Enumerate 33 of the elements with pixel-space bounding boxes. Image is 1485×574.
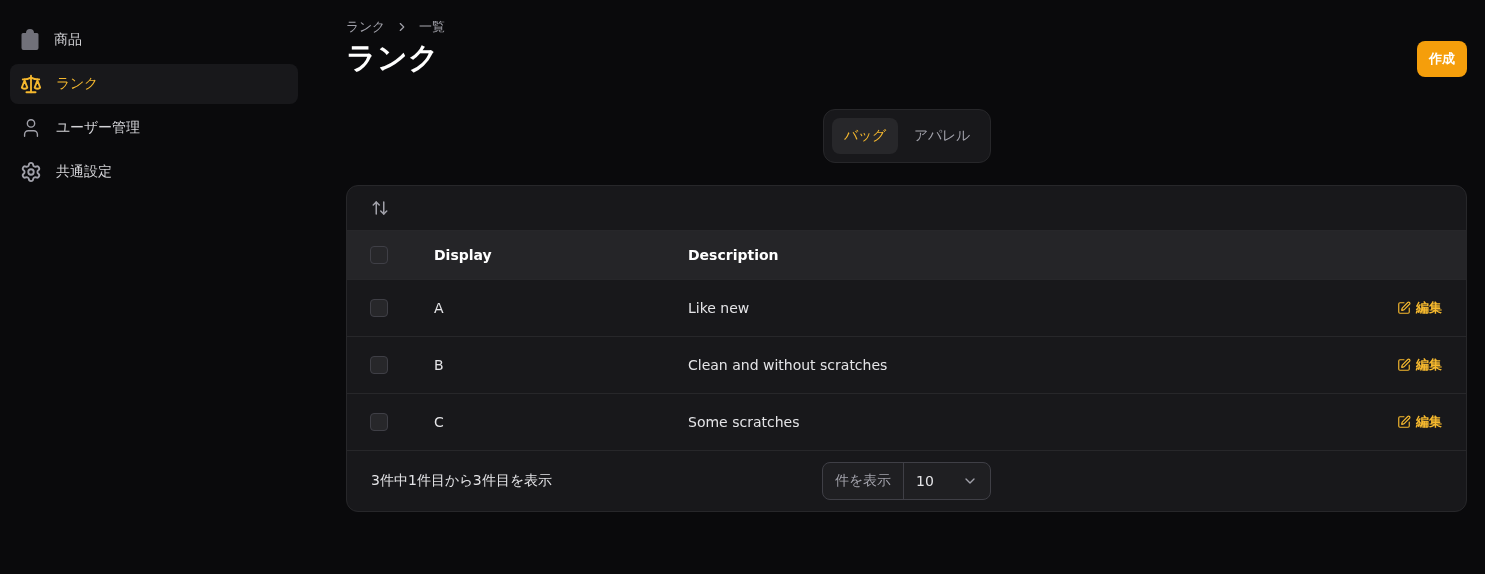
- tab[interactable]: バッグ: [831, 118, 898, 154]
- edit-icon: [1397, 358, 1411, 372]
- sidebar-item[interactable]: ユーザー管理: [10, 108, 298, 148]
- page-title: ランク: [346, 39, 439, 77]
- table-cell-text: Like new: [688, 300, 751, 316]
- pagination-summary: 3件中1件目から3件目を表示: [371, 472, 553, 490]
- edit-link[interactable]: 編集: [1397, 356, 1442, 374]
- edit-link[interactable]: 編集: [1397, 413, 1442, 431]
- edit-icon: [1397, 415, 1411, 429]
- sidebar-item[interactable]: 共通設定: [10, 152, 298, 192]
- per-page-select[interactable]: 件を表示 10: [822, 462, 991, 500]
- sort-icon[interactable]: [371, 199, 389, 217]
- edit-icon: [1397, 301, 1411, 315]
- checkbox[interactable]: [370, 246, 388, 264]
- column-header: Display: [434, 247, 493, 263]
- table-cell-text: Clean and without scratches: [688, 357, 889, 373]
- column-header: Description: [688, 247, 780, 263]
- breadcrumb-item: 一覧: [419, 18, 445, 36]
- scale-icon: [20, 73, 42, 95]
- table-cell-text: Some scratches: [688, 414, 801, 430]
- table-cell-text: A: [434, 300, 445, 316]
- edit-link[interactable]: 編集: [1397, 299, 1442, 317]
- checkbox[interactable]: [370, 413, 388, 431]
- checkbox[interactable]: [370, 299, 388, 317]
- table-cell-text: B: [434, 357, 445, 373]
- tab[interactable]: アパレル: [901, 118, 982, 154]
- breadcrumb-item[interactable]: ランク: [346, 18, 385, 36]
- table-cell-text: C: [434, 414, 445, 430]
- sidebar-item[interactable]: ランク: [10, 64, 298, 104]
- sidebar-item[interactable]: 商品: [10, 20, 298, 60]
- settings-icon: [20, 161, 42, 183]
- bag-icon: [20, 29, 40, 51]
- checkbox[interactable]: [370, 356, 388, 374]
